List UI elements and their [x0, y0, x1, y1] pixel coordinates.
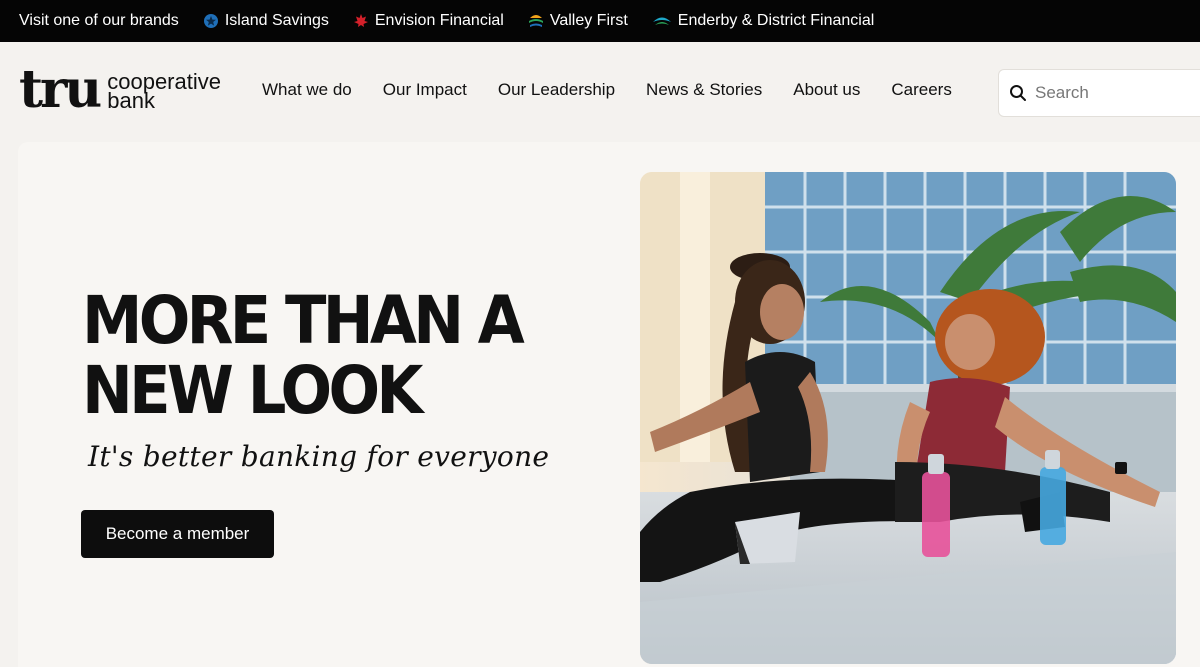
enderby-logo-icon	[652, 17, 671, 25]
nav-item-our-impact[interactable]: Our Impact	[383, 80, 467, 100]
main-nav: What we do Our Impact Our Leadership New…	[262, 80, 983, 100]
brand-link-envision-financial[interactable]: Envision Financial	[353, 12, 504, 30]
brand-link-island-savings[interactable]: Island Savings	[203, 12, 329, 30]
brand-label-valley-first: Valley First	[549, 12, 628, 29]
hero-tagline: It's better banking for everyone	[88, 440, 550, 473]
nav-item-our-leadership[interactable]: Our Leadership	[498, 80, 615, 100]
brand-label-envision-financial: Envision Financial	[374, 12, 504, 29]
brand-link-valley-first[interactable]: Valley First	[528, 12, 628, 30]
logo-wordmark: tru	[19, 59, 102, 120]
become-member-button[interactable]: Become a member	[81, 510, 274, 558]
logo-subtitle: cooperative bank	[107, 71, 221, 113]
nav-item-about-us[interactable]: About us	[793, 80, 860, 100]
envision-leaf-icon	[353, 14, 368, 27]
nav-item-what-we-do[interactable]: What we do	[262, 80, 352, 100]
brand-label-island-savings: Island Savings	[224, 12, 329, 29]
nav-item-news-stories[interactable]: News & Stories	[646, 80, 762, 100]
hero-photo-illustration	[640, 172, 1176, 664]
valley-first-logo-icon	[528, 15, 543, 27]
logo-line-2: bank	[107, 88, 155, 113]
site-header: tru cooperative bank What we do Our Impa…	[0, 42, 1200, 142]
brand-label-enderby: Enderby & District Financial	[677, 12, 875, 29]
tru-logo[interactable]: tru cooperative bank	[19, 59, 221, 120]
brands-bar: Visit one of our brands Island Savings E…	[0, 0, 1200, 42]
search-input[interactable]	[1035, 83, 1185, 103]
search-icon	[1010, 85, 1026, 101]
visit-brands-label: Visit one of our brands	[19, 12, 179, 29]
hero-photo	[640, 172, 1176, 664]
nav-item-careers[interactable]: Careers	[891, 80, 951, 100]
hero-headline: MORE THAN A NEW LOOK	[82, 282, 525, 429]
brand-link-enderby[interactable]: Enderby & District Financial	[652, 12, 875, 30]
island-savings-logo-icon	[203, 14, 218, 28]
search-box[interactable]	[998, 69, 1200, 117]
